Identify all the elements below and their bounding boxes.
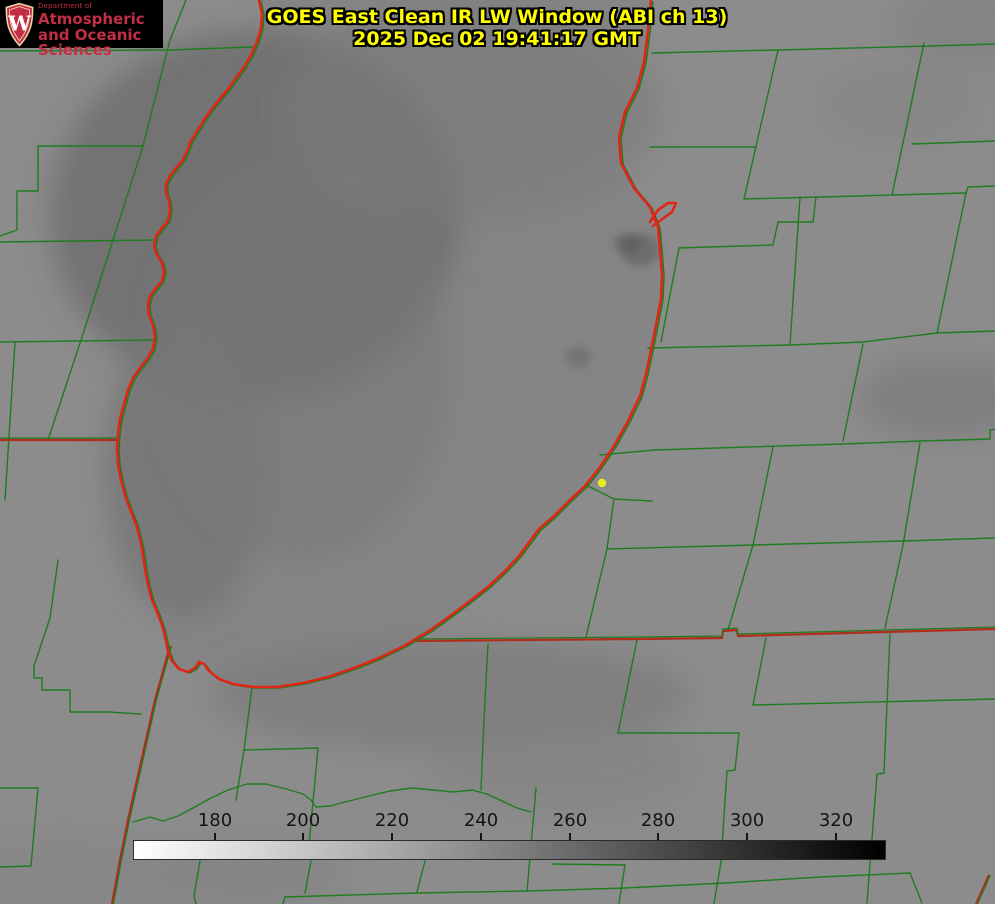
dept-name-line2: and Oceanic Sciences: [38, 28, 163, 58]
image-title: GOES East Clean IR LW Window (ABI ch 13)…: [267, 6, 728, 50]
cloud-shading: [0, 0, 995, 904]
uw-crest-icon: W: [4, 2, 35, 47]
dept-name-line1: Atmospheric: [38, 12, 163, 27]
svg-text:W: W: [7, 12, 31, 36]
logo-text: Department of Atmospheric and Oceanic Sc…: [38, 3, 163, 58]
title-line1: GOES East Clean IR LW Window (ABI ch 13): [267, 6, 728, 28]
app-window: 180200220240260280300320 W Department of…: [0, 0, 995, 904]
dept-prefix: Department of: [38, 3, 163, 10]
logo-block: W Department of Atmospheric and Oceanic …: [0, 0, 163, 48]
title-line2: 2025 Dec 02 19:41:17 GMT: [267, 28, 728, 50]
location-marker: [598, 479, 606, 487]
satellite-map: [0, 0, 995, 904]
